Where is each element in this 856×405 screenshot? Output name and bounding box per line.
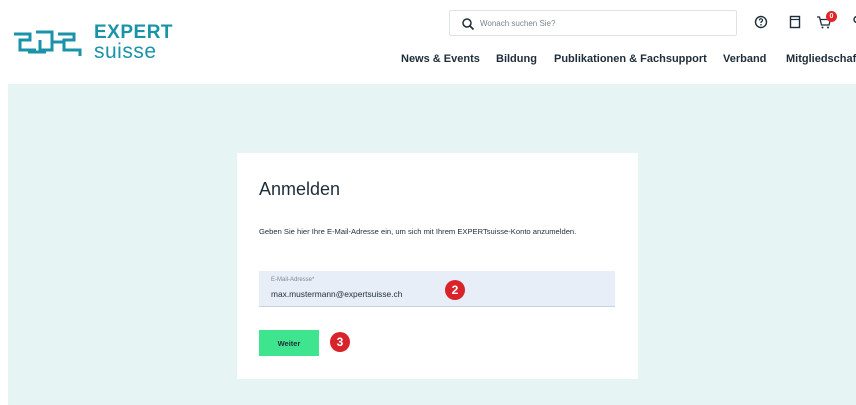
- email-label: E-Mail-Adresse*: [271, 277, 315, 283]
- login-card: Anmelden Geben Sie hier Ihre E-Mail-Adre…: [237, 153, 638, 379]
- email-input[interactable]: [271, 289, 441, 299]
- help-icon[interactable]: [752, 13, 770, 31]
- nav-item-verband[interactable]: Verband: [723, 53, 766, 65]
- login-description: Geben Sie hier Ihre E-Mail-Adresse ein, …: [259, 227, 577, 236]
- login-title: Anmelden: [259, 179, 341, 199]
- nav-item-mitgliedschaft[interactable]: Mitgliedschaft: [786, 53, 856, 65]
- search-input[interactable]: [480, 11, 730, 35]
- document-icon[interactable]: [786, 13, 804, 31]
- email-field[interactable]: E-Mail-Adresse*: [259, 271, 615, 307]
- search-icon: [462, 18, 475, 31]
- step-marker-3: 3: [330, 332, 350, 352]
- user-icon[interactable]: [848, 13, 856, 31]
- nav-item-news-events[interactable]: News & Events: [401, 53, 480, 65]
- step-marker-2: 2: [445, 280, 465, 300]
- nav-item-bildung[interactable]: Bildung: [496, 53, 537, 65]
- site-header: EXPERT suisse 0 News & Events Bildung Pu…: [0, 0, 856, 84]
- logo-mark-icon: [14, 30, 82, 56]
- cart-count-badge: 0: [826, 11, 837, 22]
- nav-item-publikationen[interactable]: Publikationen & Fachsupport: [554, 53, 707, 65]
- expertsuisse-logo[interactable]: EXPERT suisse: [12, 22, 173, 66]
- search-bar[interactable]: [449, 10, 737, 36]
- logo-text-suisse: suisse: [94, 40, 157, 63]
- weiter-button[interactable]: Weiter: [259, 330, 319, 356]
